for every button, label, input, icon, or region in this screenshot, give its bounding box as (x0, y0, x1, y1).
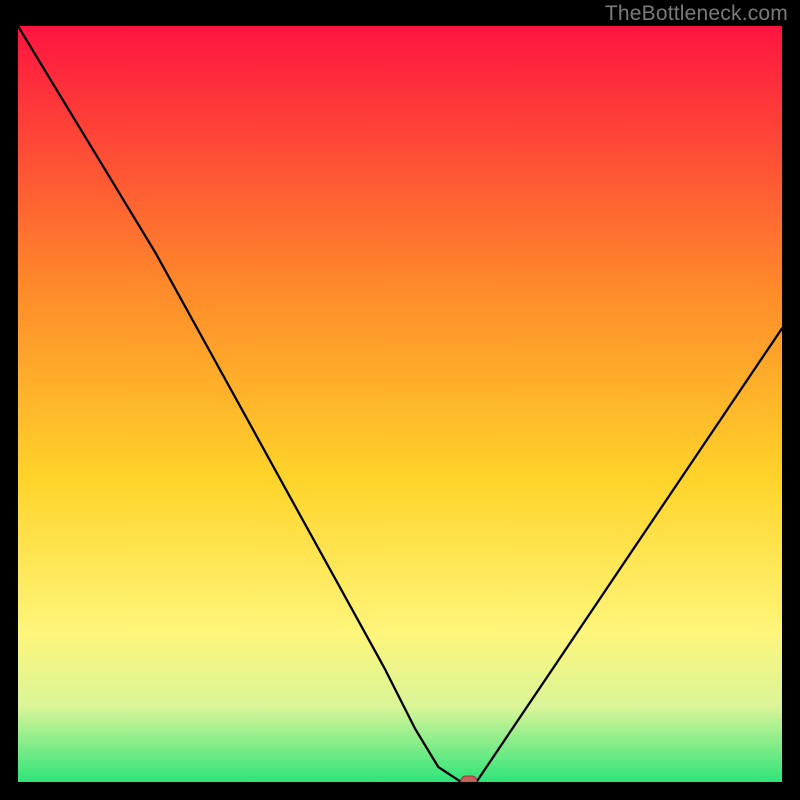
chart-background (18, 26, 782, 782)
watermark-text: TheBottleneck.com (605, 2, 788, 26)
chart-svg (18, 26, 782, 782)
chart-frame: TheBottleneck.com (0, 0, 800, 800)
bottleneck-chart (18, 26, 782, 782)
optimal-point-marker (461, 776, 477, 782)
